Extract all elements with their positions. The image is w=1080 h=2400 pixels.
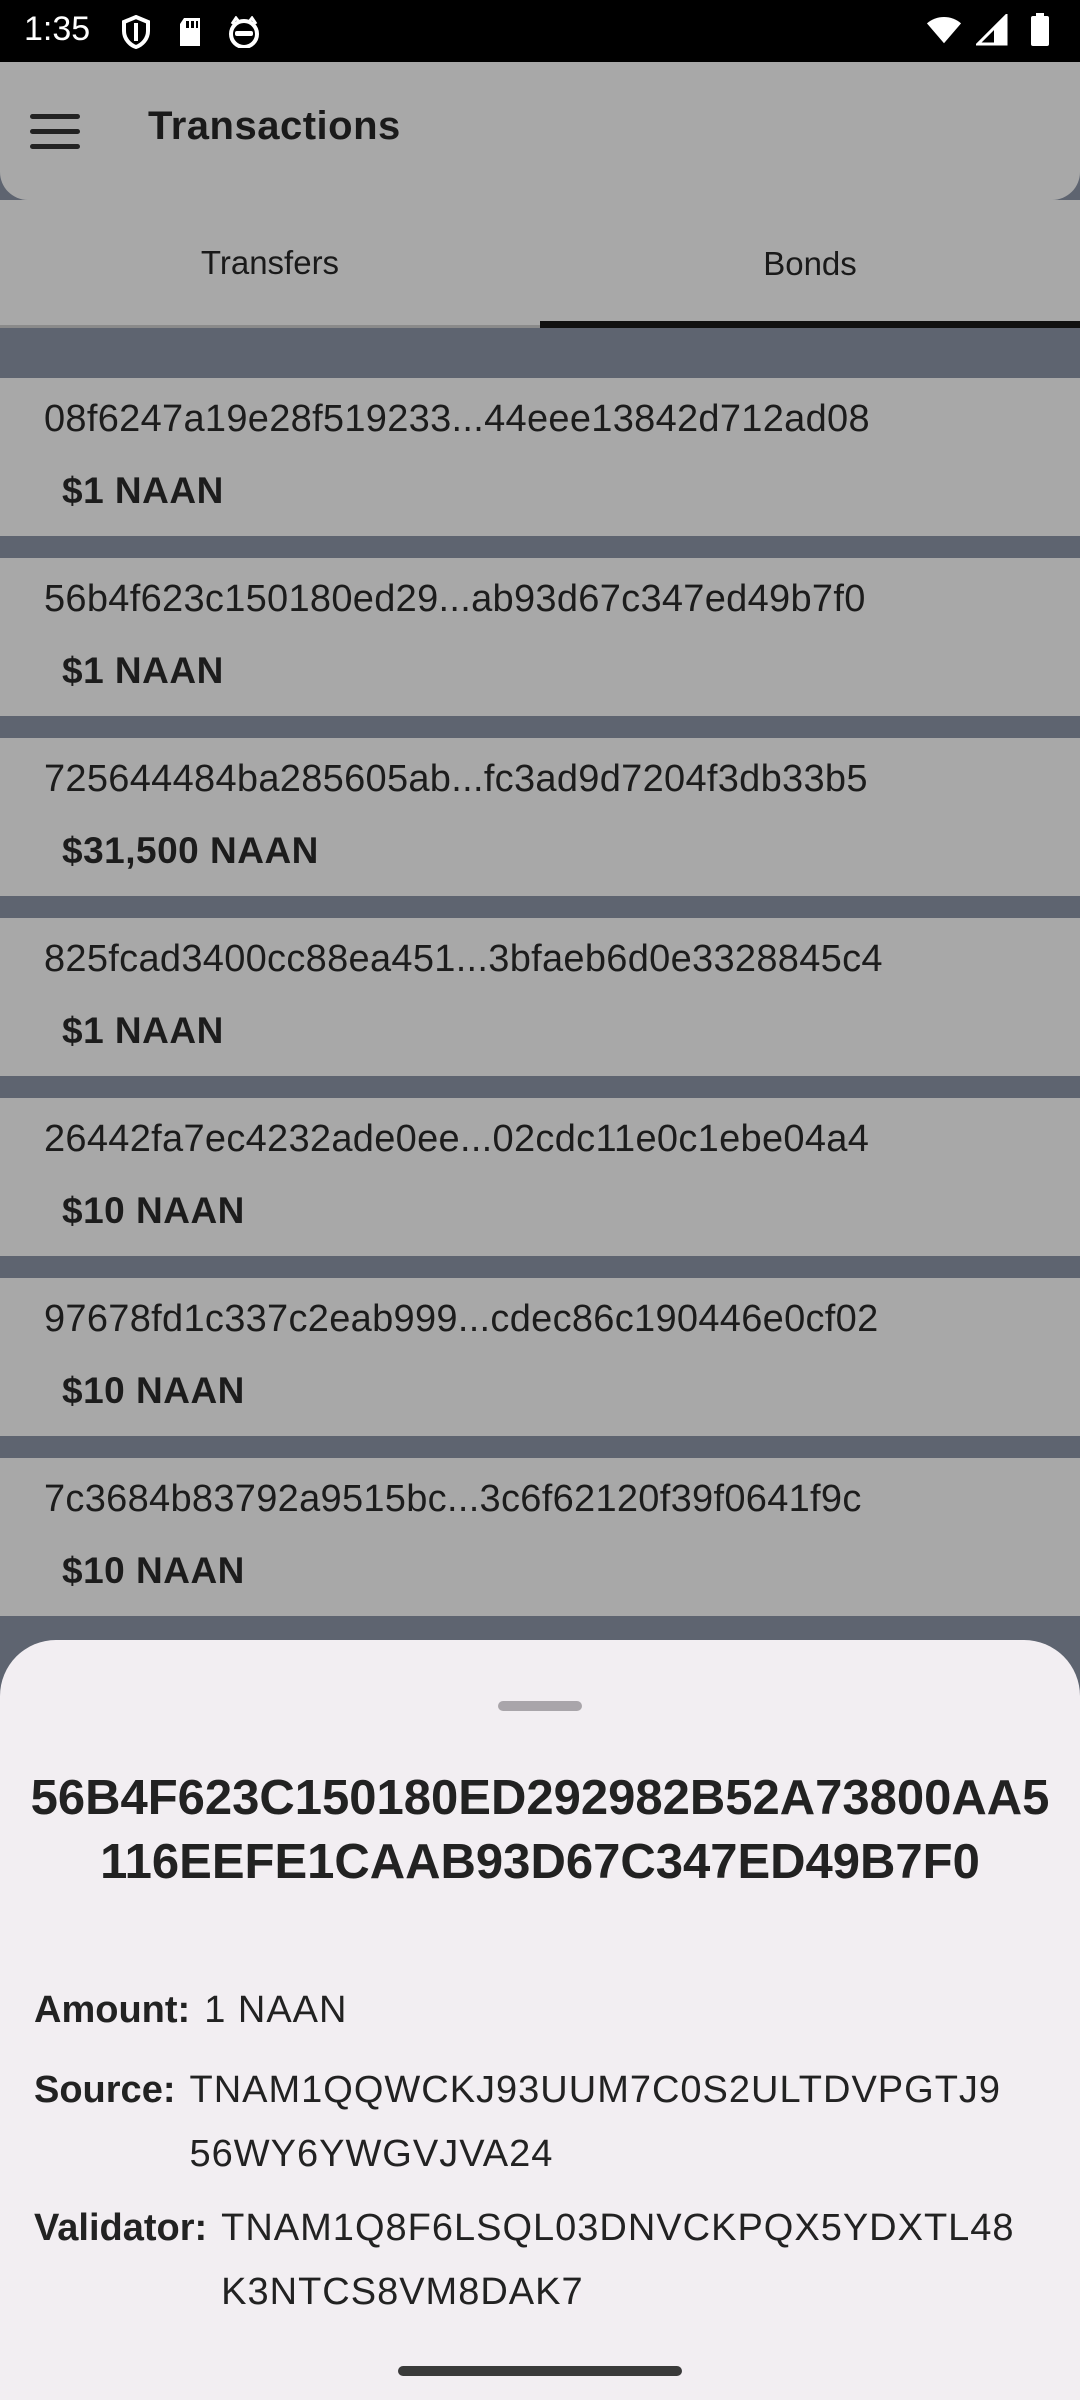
status-right-icons [926,12,1058,48]
bonds-list: 08f6247a19e28f519233...44eee13842d712ad0… [0,378,1080,1638]
bond-row[interactable]: 97678fd1c337c2eab999...cdec86c190446e0cf… [0,1278,1080,1436]
sheet-title-hash: 56B4F623C150180ED292982B52A73800AA5116EE… [30,1771,1050,1889]
tab-indicator [540,321,1080,328]
gesture-nav-bar[interactable] [398,2366,682,2376]
bond-hash: 825fcad3400cc88ea451...3bfaeb6d0e3328845… [44,938,883,980]
bond-row[interactable]: 08f6247a19e28f519233...44eee13842d712ad0… [0,378,1080,536]
bond-hash: 26442fa7ec4232ade0ee...02cdc11e0c1ebe04a… [44,1118,870,1160]
battery-icon [1022,12,1058,48]
detail-validator: Validator: TNAM1Q8F6LSQL03DNVCKPQX5YDXTL… [34,2196,1054,2324]
validator-value: TNAM1Q8F6LSQL03DNVCKPQX5YDXTL48K3NTCS8VM… [221,2207,1015,2313]
bond-row[interactable]: 56b4f623c150180ed29...ab93d67c347ed49b7f… [0,558,1080,716]
shield-icon [118,14,154,50]
validator-label: Validator: [34,2207,208,2249]
bond-row[interactable]: 725644484ba285605ab...fc3ad9d7204f3db33b… [0,738,1080,896]
detail-source: Source: TNAM1QQWCKJ93UUM7C0S2ULTDVPGTJ95… [34,2058,1054,2186]
status-left-icons [118,14,262,50]
bond-hash: 7c3684b83792a9515bc...3c6f62120f39f0641f… [44,1478,862,1520]
bond-amount: $1 NAAN [62,470,224,511]
bond-amount: $1 NAAN [62,650,224,691]
tab-transfers[interactable]: Transfers [0,200,540,328]
bond-amount: $1 NAAN [62,1010,224,1051]
bond-amount: $10 NAAN [62,1370,245,1411]
bond-amount: $10 NAAN [62,1550,245,1591]
page-title: Transactions [148,104,401,148]
signal-icon [974,12,1010,48]
sd-card-icon [172,14,208,50]
bond-amount: $10 NAAN [62,1190,245,1231]
source-value: TNAM1QQWCKJ93UUM7C0S2ULTDVPGTJ956WY6YWGV… [189,2069,1002,2175]
top-app-bar: Transactions [0,62,1080,200]
bond-row[interactable]: 825fcad3400cc88ea451...3bfaeb6d0e3328845… [0,918,1080,1076]
bond-row[interactable]: 26442fa7ec4232ade0ee...02cdc11e0c1ebe04a… [0,1098,1080,1256]
bond-hash: 08f6247a19e28f519233...44eee13842d712ad0… [44,398,870,440]
status-bar: 1:35 [0,0,1080,62]
bond-amount: $31,500 NAAN [62,830,319,871]
source-label: Source: [34,2069,176,2111]
sheet-drag-handle[interactable] [498,1701,582,1711]
tab-bonds[interactable]: Bonds [540,200,1080,328]
bond-hash: 97678fd1c337c2eab999...cdec86c190446e0cf… [44,1298,879,1340]
bond-hash: 56b4f623c150180ed29...ab93d67c347ed49b7f… [44,578,866,620]
bond-hash: 725644484ba285605ab...fc3ad9d7204f3db33b… [44,758,868,800]
wifi-icon [926,12,962,48]
amount-value: 1 NAAN [204,1989,348,2031]
hamburger-menu-icon[interactable] [30,102,94,160]
bond-details-sheet[interactable]: 56B4F623C150180ED292982B52A73800AA5116EE… [0,1640,1080,2400]
tab-bar: Transfers Bonds [0,200,1080,328]
cat-face-icon [226,14,262,50]
bond-row[interactable]: 7c3684b83792a9515bc...3c6f62120f39f0641f… [0,1458,1080,1616]
status-time: 1:35 [24,10,91,48]
detail-amount: Amount: 1 NAAN [34,1978,347,2042]
amount-label: Amount: [34,1989,191,2031]
